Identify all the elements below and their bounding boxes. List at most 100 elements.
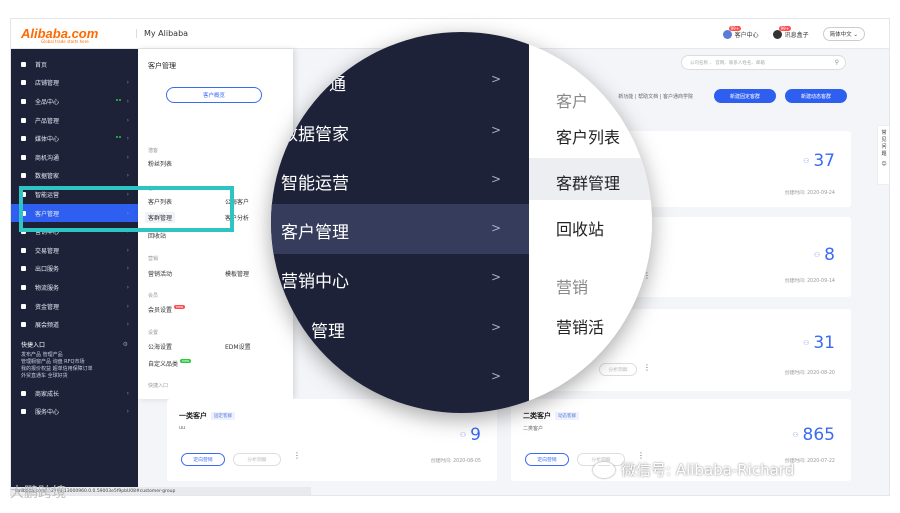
quick-link[interactable]: 发布产品 管理产品 [21, 352, 132, 359]
magnified-nav-label: 营销中心 [281, 272, 349, 292]
member-settings-label: 会员设置 [148, 307, 173, 314]
nav-icon [21, 322, 26, 328]
magnified-nav-label: 客户管理 [281, 223, 349, 243]
sidebar-item-label: 服务中心 [35, 409, 60, 417]
sidebar-item-label: 产品管理 [35, 117, 60, 125]
count-value: 31 [813, 333, 835, 353]
faq-side-tab[interactable]: 常见问题 ☺ [877, 125, 889, 185]
sidebar-item[interactable]: 交易管理 › [11, 241, 138, 260]
nav-bottom: 商家成长 › 服务中心 › [11, 384, 138, 421]
marketing-activity-link[interactable]: 营销活动 [148, 269, 172, 278]
faq-char: 见 [881, 137, 887, 143]
sidebar-item[interactable]: 服务中心 › [11, 403, 138, 422]
gear-icon[interactable]: ⚙ [123, 341, 128, 348]
nav-icon [21, 284, 26, 290]
sidebar-item[interactable]: 全品中心 › [11, 92, 138, 111]
template-manage-link[interactable]: 模板管理 [225, 269, 249, 278]
sidebar-item[interactable]: 首页 [11, 55, 138, 74]
quick-entry-title: 快捷入口 ⚙ [11, 338, 138, 352]
magnified-sub-item: 营销 [556, 278, 589, 297]
quick-link[interactable]: 我的报价权益 超单信用保障订单 [21, 366, 132, 373]
quick-links: 发布产品 管理产品 管理橱窗产品 询盘 RFQ市场 我的报价权益 超单信用保障订单外… [11, 352, 138, 380]
sidebar-item[interactable]: 物流服务 › [11, 278, 138, 297]
users-icon: ⚇ [813, 251, 821, 259]
fans-list-link[interactable]: 粉丝列表 [148, 159, 172, 168]
faq-char: 问 [881, 144, 887, 150]
search-placeholder: 公司名称 、 官网、联系人姓名、邮箱 [690, 61, 765, 66]
chevron-right-icon: › [126, 265, 129, 273]
count-value: 8 [824, 245, 835, 265]
search-input[interactable]: 公司名称 、 官网、联系人姓名、邮箱 ⚲ [681, 55, 846, 70]
nav-icon [21, 154, 26, 160]
group-title: 一类客户 固定客群 [179, 411, 235, 421]
new-dynamic-group-button[interactable]: 新建动态客群 [785, 89, 847, 103]
chevron-right-icon: > [490, 221, 501, 235]
sidebar-item[interactable]: 展会频道 › [11, 315, 138, 334]
edm-settings-link[interactable]: EDM设置 [225, 342, 251, 351]
customer-center-link[interactable]: 99+ 客户中心 [722, 25, 759, 39]
magnified-nav-item: 管理 > [311, 317, 529, 342]
notify-label: 讯息盒子 [784, 31, 809, 39]
chevron-right-icon: › [126, 172, 129, 180]
chevron-right-icon: › [126, 389, 129, 397]
sidebar-item[interactable]: 商家成长 › [11, 384, 138, 403]
sidebar-item[interactable]: 出口服务 › [11, 260, 138, 279]
target-marketing-button[interactable]: 定向营销 [525, 453, 569, 466]
sidebar-item[interactable]: 数据管家 › [11, 167, 138, 186]
sidebar-item[interactable]: 店铺管理 › [11, 74, 138, 93]
sidebar-item-label: 资金管理 [35, 303, 60, 311]
quick-link[interactable]: 外贸直通车 全球好货 [21, 373, 132, 380]
recycle-link[interactable]: 回收站 [148, 231, 166, 240]
created-date: 创建时间: 2020-09-24 [784, 191, 835, 196]
group-type-tag: 动态客群 [555, 412, 579, 420]
magnified-nav-item: 数据管家 > [281, 120, 529, 145]
analysis-button[interactable]: 分析洞察 [233, 453, 281, 466]
magnified-sub-item: 客户列表 [556, 128, 621, 147]
magnified-nav-label: 智能运营 [281, 174, 349, 194]
users-icon: ⚇ [459, 431, 467, 439]
group-title-text: 二类客户 [523, 412, 551, 420]
nav-icon [21, 247, 26, 253]
target-marketing-button[interactable]: 定向营销 [181, 453, 225, 466]
more-icon[interactable]: ⋮ [293, 451, 301, 460]
user-icon [722, 29, 732, 39]
chevron-right-icon: › [126, 97, 129, 105]
sidebar-item-label: 商机沟通 [35, 154, 60, 162]
member-settings-link[interactable]: 会员设置 new [148, 305, 186, 314]
custom-category-link[interactable]: 自定义品类 new [148, 359, 192, 368]
sidebar-item-label: 展会频道 [35, 322, 60, 330]
chevron-right-icon: › [126, 116, 129, 124]
sidebar-item[interactable]: 资金管理 › [11, 297, 138, 316]
watermark-text: 微信号: Alibaba-Richard [621, 461, 795, 479]
app-title[interactable]: My Alibaba [136, 29, 188, 38]
nav-icon [21, 136, 26, 142]
magnified-nav-item: 智能运营 > [281, 169, 529, 194]
submenu-title: 客户管理 [148, 62, 176, 70]
language-select[interactable]: 简体中文 ⌄ [822, 27, 865, 41]
notify-link[interactable]: 99+ 讯息盒子 [772, 25, 809, 39]
quick-link[interactable]: 管理橱窗产品 询盘 RFQ市场 [21, 359, 132, 366]
bottom-watermark: 大鹏跨境 [10, 485, 66, 501]
sidebar-item-label: 数据管家 [35, 173, 60, 181]
sidebar-item[interactable]: 产品管理 › [11, 111, 138, 130]
group-count: ⚇ 37 [803, 151, 835, 171]
sidebar-item[interactable]: 商机沟通 › [11, 148, 138, 167]
chevron-right-icon: › [126, 321, 129, 329]
sidebar-item[interactable]: 媒体中心 › [11, 129, 138, 148]
nav-icon [21, 173, 26, 179]
support-avatar-icon: ☺ [881, 161, 887, 167]
sidebar-item-label: 商家成长 [35, 390, 60, 398]
nav-icon [21, 266, 26, 272]
group-count: ⚇ 8 [814, 245, 835, 265]
created-date: 创建时间: 2020-08-20 [784, 371, 835, 376]
new-fixed-group-button[interactable]: 新建固定客群 [714, 89, 776, 103]
search-icon[interactable]: ⚲ [835, 59, 839, 66]
group-count: ⚇ 31 [803, 333, 835, 353]
group-count: ⚇ 865 [792, 425, 835, 445]
customer-overview-button[interactable]: 客户概览 [166, 87, 262, 103]
public-settings-link[interactable]: 公海设置 [148, 342, 172, 351]
nav-icon [21, 61, 26, 67]
nav-icon [21, 117, 26, 123]
sidebar-item-label: 物流服务 [35, 284, 60, 292]
nav-icon [21, 80, 26, 86]
